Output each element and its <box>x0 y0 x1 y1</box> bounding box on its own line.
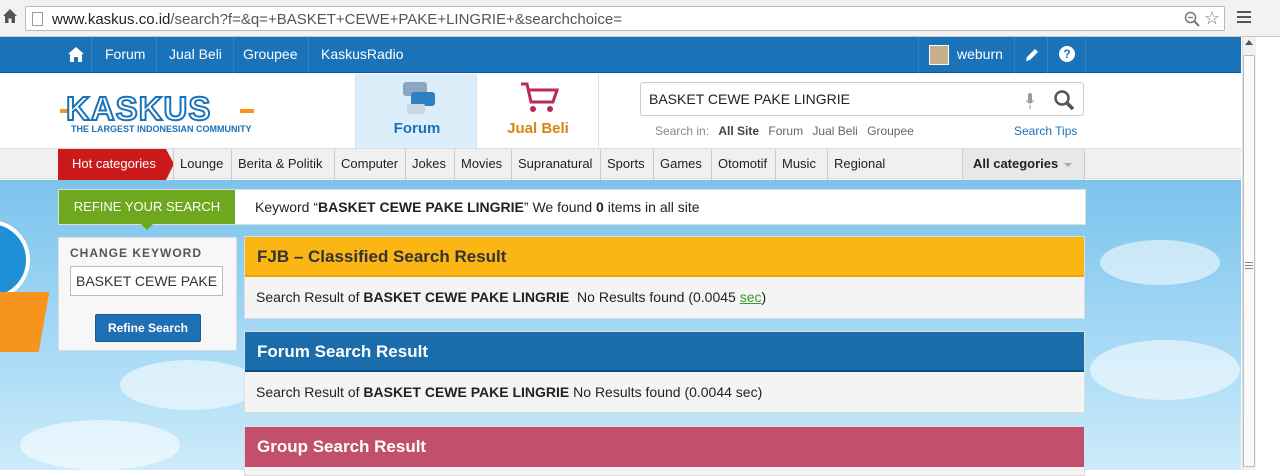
bookmark-star-icon[interactable]: ☆ <box>1204 9 1220 27</box>
forum-results-panel: Forum Search Result Search Result of BAS… <box>244 331 1085 413</box>
category-jokes[interactable]: Jokes <box>405 149 452 180</box>
decoration-circle <box>0 220 30 300</box>
pencil-icon <box>1026 49 1038 61</box>
nav-forum[interactable]: Forum <box>94 37 158 73</box>
logo-tagline: THE LARGEST INDONESIAN COMMUNITY <box>71 124 252 134</box>
forum-chat-icon <box>403 82 435 114</box>
group-results-panel: Group Search Result <box>244 426 1085 476</box>
kaskus-logo[interactable]: KASKUS THE LARGEST INDONESIAN COMMUNITY <box>60 89 260 134</box>
new-thread-button[interactable] <box>1014 37 1048 73</box>
browser-menu-icon[interactable] <box>1237 11 1251 25</box>
help-icon: ? <box>1059 46 1075 62</box>
category-music[interactable]: Music <box>775 149 822 180</box>
refine-your-search-button[interactable]: REFINE YOUR SEARCH <box>59 190 235 230</box>
user-menu[interactable]: weburn <box>918 37 1015 73</box>
cloud-decoration <box>20 420 180 470</box>
site-header: KASKUS THE LARGEST INDONESIAN COMMUNITY … <box>0 74 1241 148</box>
fjb-results-text: Search Result of BASKET CEWE PAKE LINGRI… <box>256 289 767 305</box>
search-option-groupee[interactable]: Groupee <box>867 124 914 138</box>
category-bar: Hot categories Lounge Berita & Politik C… <box>0 148 1241 180</box>
page-icon <box>32 12 43 26</box>
category-berita-politik[interactable]: Berita & Politik <box>231 149 329 180</box>
search-in-options: Search in: All Site Forum Jual Beli Grou… <box>655 124 920 138</box>
cloud-decoration <box>1090 340 1240 400</box>
home-icon <box>68 47 84 62</box>
tab-forum-label: Forum <box>393 120 441 137</box>
anniversary-decoration <box>0 180 50 370</box>
scrollbar-thumb[interactable] <box>1243 55 1255 467</box>
nav-home[interactable] <box>60 37 92 73</box>
browser-toolbar: www.kaskus.co.id/search?f=&q=+BASKET+CEW… <box>0 0 1280 37</box>
category-lounge[interactable]: Lounge <box>173 149 229 180</box>
tab-jual-beli-label: Jual Beli <box>507 120 569 137</box>
refine-bar: REFINE YOUR SEARCH Keyword “BASKET CEWE … <box>58 189 1086 230</box>
avatar <box>929 45 949 66</box>
change-keyword-input[interactable] <box>70 266 223 296</box>
search-tips-link[interactable]: Search Tips <box>1014 124 1077 138</box>
change-keyword-panel: CHANGE KEYWORD Refine Search <box>58 237 237 351</box>
chevron-down-icon <box>1064 162 1073 167</box>
address-bar[interactable]: www.kaskus.co.id/search?f=&q=+BASKET+CEW… <box>25 6 1225 31</box>
microphone-icon[interactable] <box>1025 93 1035 109</box>
tab-forum[interactable]: Forum <box>355 74 477 148</box>
search-icon[interactable] <box>1053 89 1075 111</box>
forum-results-title: Forum Search Result <box>245 332 1084 372</box>
tab-jual-beli[interactable]: Jual Beli <box>477 74 599 148</box>
category-otomotif[interactable]: Otomotif <box>711 149 773 180</box>
search-option-jual-beli[interactable]: Jual Beli <box>812 124 857 138</box>
scrollbar-grip <box>1245 262 1253 269</box>
url-text[interactable]: www.kaskus.co.id/search?f=&q=+BASKET+CEW… <box>52 11 622 28</box>
all-categories-label: All categories <box>973 156 1059 171</box>
top-navigation: Forum Jual Beli Groupee KaskusRadio webu… <box>0 37 1241 73</box>
search-in-label: Search in: <box>655 124 710 138</box>
search-box <box>640 82 1084 116</box>
change-keyword-title: CHANGE KEYWORD <box>70 246 203 260</box>
keyword-result-message: Keyword “BASKET CEWE PAKE LINGRIE” We fo… <box>255 199 700 215</box>
nav-groupee[interactable]: Groupee <box>232 37 310 73</box>
category-computer[interactable]: Computer <box>334 149 404 180</box>
search-option-forum[interactable]: Forum <box>768 124 803 138</box>
shopping-cart-icon <box>521 82 560 112</box>
category-sports[interactable]: Sports <box>600 149 651 180</box>
username: weburn <box>957 46 1003 62</box>
refine-search-button[interactable]: Refine Search <box>95 314 201 342</box>
zoom-icon[interactable] <box>1184 11 1200 27</box>
home-icon[interactable] <box>2 8 18 24</box>
hot-categories-button[interactable]: Hot categories <box>58 149 174 180</box>
sec-link[interactable]: sec <box>740 289 762 305</box>
decoration-tag <box>0 292 50 352</box>
search-input[interactable] <box>649 91 1009 107</box>
nav-jual-beli[interactable]: Jual Beli <box>158 37 234 73</box>
help-button[interactable]: ? <box>1048 37 1086 73</box>
fjb-results-panel: FJB – Classified Search Result Search Re… <box>244 236 1085 319</box>
fjb-results-title: FJB – Classified Search Result <box>245 237 1084 277</box>
logo-dash <box>240 109 254 113</box>
nav-kaskus-radio[interactable]: KaskusRadio <box>310 37 415 73</box>
category-games[interactable]: Games <box>653 149 708 180</box>
logo-text: KASKUS <box>65 89 212 128</box>
category-regional[interactable]: Regional <box>827 149 891 180</box>
cloud-decoration <box>1100 240 1220 285</box>
search-option-all-site[interactable]: All Site <box>718 124 759 138</box>
category-movies[interactable]: Movies <box>454 149 508 180</box>
all-categories-dropdown[interactable]: All categories <box>962 149 1085 180</box>
forum-results-text: Search Result of BASKET CEWE PAKE LINGRI… <box>256 384 763 400</box>
category-supranatural[interactable]: Supranatural <box>511 149 598 180</box>
cloud-decoration <box>120 360 260 410</box>
scroll-up-arrow-icon[interactable] <box>1245 40 1253 45</box>
group-results-title: Group Search Result <box>245 427 1084 467</box>
